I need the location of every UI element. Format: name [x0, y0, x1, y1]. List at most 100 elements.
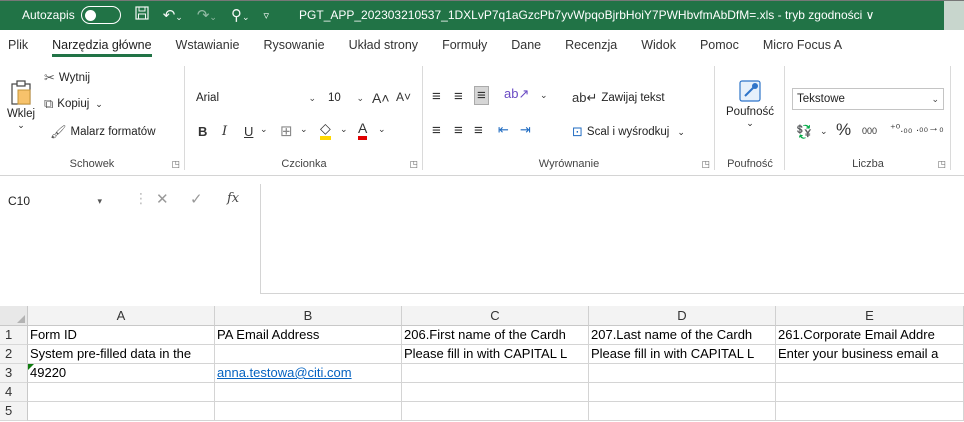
- column-header-e[interactable]: E: [776, 306, 964, 326]
- cell[interactable]: [402, 383, 589, 402]
- merge-dropdown-icon[interactable]: ⌄: [677, 127, 685, 138]
- column-header-b[interactable]: B: [215, 306, 402, 326]
- borders-dropdown-icon[interactable]: ⌄: [300, 124, 308, 135]
- paste-button[interactable]: Wklej ⌄: [6, 80, 36, 131]
- align-left-icon[interactable]: ≡: [432, 122, 441, 139]
- orientation-dropdown-icon[interactable]: ⌄: [540, 90, 548, 101]
- column-header-c[interactable]: C: [402, 306, 589, 326]
- row-header[interactable]: 5: [0, 402, 28, 421]
- accounting-dropdown-icon[interactable]: ⌄: [820, 126, 828, 137]
- cancel-entry-icon[interactable]: ✕: [156, 190, 169, 208]
- insert-function-button[interactable]: fx: [227, 191, 239, 206]
- autosave-toggle[interactable]: [80, 6, 121, 24]
- tab-review[interactable]: Recenzja: [553, 30, 629, 60]
- tab-file[interactable]: Plik: [0, 30, 40, 60]
- cell[interactable]: [776, 402, 964, 421]
- decrease-decimal-icon[interactable]: .₀₀→₀: [916, 122, 944, 134]
- clipboard-launcher-icon[interactable]: ◳: [171, 159, 180, 170]
- customize-toolbar-icon[interactable]: ▿: [264, 9, 270, 22]
- row-header[interactable]: 3: [0, 364, 28, 383]
- cell[interactable]: PA Email Address: [215, 326, 402, 345]
- tab-page-layout[interactable]: Układ strony: [337, 30, 430, 60]
- font-color-dropdown-icon[interactable]: ⌄: [378, 124, 386, 135]
- font-name-dropdown[interactable]: Arial ⌄: [192, 88, 320, 110]
- tab-view[interactable]: Widok: [629, 30, 688, 60]
- underline-button[interactable]: U: [244, 124, 253, 139]
- column-header-a[interactable]: A: [28, 306, 215, 326]
- cell[interactable]: Enter your business email a: [776, 345, 964, 364]
- title-bar-control[interactable]: [944, 0, 964, 30]
- number-format-dropdown[interactable]: Tekstowe ⌄: [792, 88, 944, 110]
- merge-center-button[interactable]: ⊡ Scal i wyśrodkuj ⌄: [572, 124, 685, 140]
- tab-help[interactable]: Pomoc: [688, 30, 751, 60]
- cell[interactable]: Please fill in with CAPITAL L: [589, 345, 776, 364]
- tab-home[interactable]: Narzędzia główne: [40, 30, 163, 60]
- formula-input[interactable]: [260, 184, 964, 294]
- align-bottom-icon[interactable]: ≡: [474, 86, 489, 105]
- underline-dropdown-icon[interactable]: ⌄: [260, 124, 268, 135]
- cell[interactable]: 207.Last name of the Cardh: [589, 326, 776, 345]
- cell[interactable]: [215, 402, 402, 421]
- fill-color-icon[interactable]: ◇: [320, 120, 331, 140]
- cell[interactable]: [215, 383, 402, 402]
- row-header[interactable]: 4: [0, 383, 28, 402]
- thousands-button[interactable]: 000: [862, 126, 877, 136]
- font-size-dropdown[interactable]: 10 ⌄: [324, 88, 368, 110]
- redo-icon[interactable]: ↷⌄: [197, 6, 217, 24]
- sensitivity-dropdown-icon[interactable]: ⌄: [720, 118, 780, 129]
- font-color-icon[interactable]: A: [358, 120, 368, 140]
- fill-dropdown-icon[interactable]: ⌄: [340, 124, 348, 135]
- email-link-cell[interactable]: anna.testowa@citi.com: [215, 364, 402, 383]
- decrease-indent-icon[interactable]: ⇤: [498, 122, 509, 138]
- align-middle-icon[interactable]: ≡: [454, 88, 463, 105]
- cell[interactable]: [589, 402, 776, 421]
- italic-button[interactable]: I: [222, 124, 227, 139]
- cut-button[interactable]: ✂ Wytnij: [44, 70, 90, 86]
- row-header[interactable]: 1: [0, 326, 28, 345]
- decrease-font-icon[interactable]: A˅: [396, 90, 411, 104]
- accounting-icon[interactable]: 💱: [796, 124, 812, 140]
- copy-button[interactable]: ⧉ Kopiuj ⌄: [44, 96, 103, 112]
- cell[interactable]: [589, 383, 776, 402]
- percent-button[interactable]: %: [836, 120, 851, 140]
- name-box[interactable]: C10 ▾: [4, 190, 120, 212]
- cell[interactable]: 261.Corporate Email Addre: [776, 326, 964, 345]
- cell[interactable]: [402, 402, 589, 421]
- bold-button[interactable]: B: [198, 124, 207, 139]
- sensitivity-quick-icon[interactable]: ⚲⌄: [231, 6, 250, 24]
- align-center-icon[interactable]: ≡: [454, 122, 463, 139]
- cell[interactable]: [215, 345, 402, 364]
- tab-data[interactable]: Dane: [499, 30, 553, 60]
- tab-insert[interactable]: Wstawianie: [164, 30, 252, 60]
- cell[interactable]: [776, 364, 964, 383]
- align-right-icon[interactable]: ≡: [474, 122, 483, 139]
- column-header-d[interactable]: D: [589, 306, 776, 326]
- cell[interactable]: Please fill in with CAPITAL L: [402, 345, 589, 364]
- number-launcher-icon[interactable]: ◳: [937, 159, 946, 170]
- cell[interactable]: 49220: [28, 364, 215, 383]
- save-icon[interactable]: [135, 6, 149, 24]
- cell[interactable]: System pre-filled data in the: [28, 345, 215, 364]
- cell[interactable]: [28, 383, 215, 402]
- increase-decimal-icon[interactable]: ⁺⁰.₀₀: [890, 122, 912, 135]
- wrap-text-button[interactable]: ab↵ Zawijaj tekst: [572, 90, 665, 106]
- paste-dropdown-icon[interactable]: ⌄: [6, 120, 36, 131]
- cell[interactable]: [776, 383, 964, 402]
- tab-draw[interactable]: Rysowanie: [251, 30, 336, 60]
- cell[interactable]: Form ID: [28, 326, 215, 345]
- cell[interactable]: [28, 402, 215, 421]
- font-launcher-icon[interactable]: ◳: [409, 159, 418, 170]
- copy-dropdown-icon[interactable]: ⌄: [95, 99, 103, 110]
- align-top-icon[interactable]: ≡: [432, 88, 441, 105]
- tab-micro-focus[interactable]: Micro Focus A: [751, 30, 854, 60]
- tab-formulas[interactable]: Formuły: [430, 30, 499, 60]
- select-all-button[interactable]: [0, 306, 28, 326]
- alignment-launcher-icon[interactable]: ◳: [701, 159, 710, 170]
- increase-font-icon[interactable]: A˄: [372, 90, 390, 106]
- row-header[interactable]: 2: [0, 345, 28, 364]
- confirm-entry-icon[interactable]: ✓: [190, 190, 203, 208]
- orientation-icon[interactable]: ab↗: [504, 86, 529, 102]
- cell[interactable]: [402, 364, 589, 383]
- cell[interactable]: [589, 364, 776, 383]
- borders-icon[interactable]: ⊞: [280, 122, 293, 140]
